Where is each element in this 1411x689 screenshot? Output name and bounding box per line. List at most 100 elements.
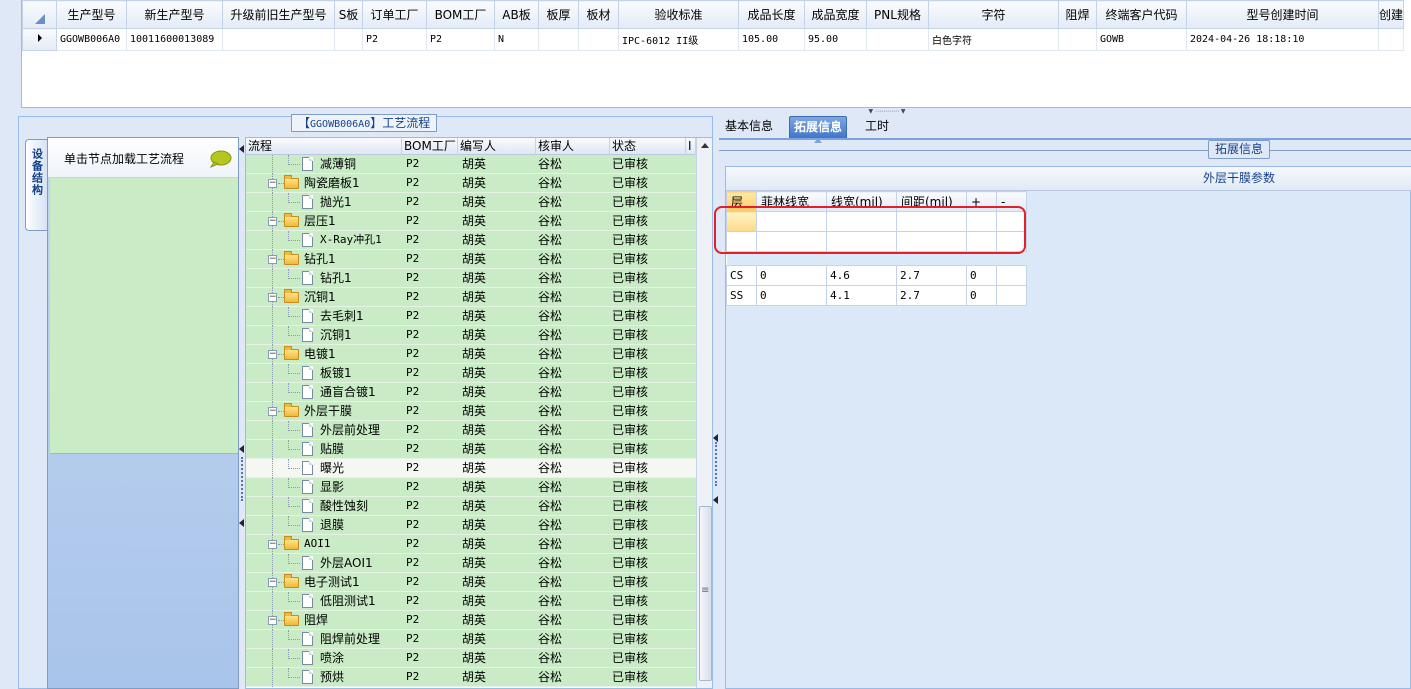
tree-row[interactable]: − 电镀1 P2 胡英 谷松 已审核: [246, 345, 696, 364]
grid-cell[interactable]: 0: [756, 285, 827, 306]
tree-row[interactable]: 外层AOI1 P2 胡英 谷松 已审核: [246, 554, 696, 573]
collapse-left-icon[interactable]: [713, 496, 718, 504]
collapse-left-icon[interactable]: [239, 145, 244, 153]
horizontal-splitter[interactable]: ▼ ⋯⋯⋯⋯ ▼: [0, 108, 1411, 116]
grid-cell[interactable]: [996, 265, 1027, 286]
tree-row[interactable]: 钻孔1 P2 胡英 谷松 已审核: [246, 269, 696, 288]
collapse-left-icon[interactable]: [239, 445, 244, 453]
splitter-grip-icon[interactable]: [241, 457, 243, 501]
tree-row[interactable]: 显影 P2 胡英 谷松 已审核: [246, 478, 696, 497]
col-header[interactable]: 成品宽度: [804, 0, 867, 29]
node-hint[interactable]: 单击节点加载工艺流程: [48, 138, 238, 178]
grid-cell[interactable]: 2024-04-26 18:18:10: [1186, 28, 1379, 51]
col-header[interactable]: 创建: [1377, 0, 1405, 29]
collapse-toggle-icon[interactable]: −: [268, 407, 277, 416]
tree-row[interactable]: − AOI1 P2 胡英 谷松 已审核: [246, 535, 696, 554]
col-header[interactable]: 新生产型号: [126, 0, 223, 29]
grid-cell[interactable]: CS: [726, 265, 757, 286]
grid-cell[interactable]: 2.7: [896, 265, 967, 286]
col-header-bom-factory[interactable]: BOM工厂: [402, 138, 458, 155]
col-header[interactable]: 订单工厂: [362, 0, 427, 29]
col-header[interactable]: 终端客户代码: [1096, 0, 1187, 29]
grid-cell[interactable]: [578, 28, 619, 51]
tree-row[interactable]: 贴膜 P2 胡英 谷松 已审核: [246, 440, 696, 459]
col-header[interactable]: 板材: [578, 0, 619, 29]
grid-cell[interactable]: 白色字符: [928, 28, 1059, 51]
tree-row[interactable]: − 外层干膜 P2 胡英 谷松 已审核: [246, 402, 696, 421]
grid-cell[interactable]: [866, 28, 929, 51]
col-header[interactable]: BOM工厂: [426, 0, 495, 29]
grid-cell[interactable]: 0: [756, 265, 827, 286]
collapse-toggle-icon[interactable]: −: [268, 540, 277, 549]
select-all-corner[interactable]: [22, 0, 57, 29]
node-list-area[interactable]: [50, 178, 238, 454]
grid-cell[interactable]: [334, 28, 363, 51]
col-header[interactable]: 升级前旧生产型号: [222, 0, 335, 29]
tree-scrollbar[interactable]: [696, 138, 712, 688]
collapse-left-icon[interactable]: [713, 434, 718, 442]
tree-row[interactable]: − 层压1 P2 胡英 谷松 已审核: [246, 212, 696, 231]
tab-basic-info[interactable]: 基本信息: [721, 116, 777, 138]
collapse-toggle-icon[interactable]: −: [268, 616, 277, 625]
splitter-grip-icon[interactable]: ▼ ⋯⋯⋯⋯ ▼: [855, 109, 919, 115]
col-header-reviewer[interactable]: 核审人: [536, 138, 610, 155]
col-header[interactable]: S板: [334, 0, 363, 29]
tree-row[interactable]: 沉铜1 P2 胡英 谷松 已审核: [246, 326, 696, 345]
table-row[interactable]: SS 0 4.1 2.7 0: [726, 285, 1027, 306]
grid-cell[interactable]: 4.6: [826, 265, 897, 286]
grid-cell[interactable]: P2: [426, 28, 495, 51]
tree-row[interactable]: 阻焊前处理 P2 胡英 谷松 已审核: [246, 630, 696, 649]
tree-row[interactable]: 曝光 P2 胡英 谷松 已审核: [246, 459, 696, 478]
col-header-process[interactable]: 流程: [246, 138, 402, 155]
tree-row[interactable]: 减薄铜 P2 胡英 谷松 已审核: [246, 155, 696, 174]
grid-cell[interactable]: SS: [726, 285, 757, 306]
tree-row[interactable]: 低阻测试1 P2 胡英 谷松 已审核: [246, 592, 696, 611]
col-header-extra[interactable]: I: [686, 138, 696, 155]
grid-cell[interactable]: 0: [966, 285, 997, 306]
table-row[interactable]: GGOWB006A0 10011600013089 P2 P2 N IPC-60…: [22, 28, 1405, 51]
scroll-thumb[interactable]: [699, 506, 712, 681]
grid-cell[interactable]: [222, 28, 335, 51]
grid-cell[interactable]: IPC-6012 II级: [618, 28, 739, 51]
collapse-toggle-icon[interactable]: −: [268, 578, 277, 587]
tree-row[interactable]: 板镀1 P2 胡英 谷松 已审核: [246, 364, 696, 383]
col-header[interactable]: PNL规格: [866, 0, 929, 29]
collapse-left-icon[interactable]: [239, 519, 244, 527]
tab-equipment-structure[interactable]: 设备结构: [25, 139, 47, 231]
tree-row[interactable]: − 钻孔1 P2 胡英 谷松 已审核: [246, 250, 696, 269]
grid-cell[interactable]: [1377, 28, 1405, 51]
tree-row[interactable]: 外层前处理 P2 胡英 谷松 已审核: [246, 421, 696, 440]
col-header[interactable]: 阻焊: [1058, 0, 1097, 29]
grid-cell[interactable]: 95.00: [804, 28, 867, 51]
col-header-writer[interactable]: 编写人: [458, 138, 536, 155]
tree-row[interactable]: 去毛刺1 P2 胡英 谷松 已审核: [246, 307, 696, 326]
tree-row[interactable]: − 电子测试1 P2 胡英 谷松 已审核: [246, 573, 696, 592]
row-indicator[interactable]: [22, 28, 57, 51]
splitter-grip-icon[interactable]: [715, 442, 717, 486]
tree-row[interactable]: 退膜 P2 胡英 谷松 已审核: [246, 516, 696, 535]
tab-extended-info[interactable]: 拓展信息: [789, 116, 848, 143]
grid-cell[interactable]: 105.00: [738, 28, 805, 51]
grid-cell[interactable]: [1058, 28, 1097, 51]
table-row[interactable]: CS 0 4.6 2.7 0: [726, 265, 1027, 286]
col-header[interactable]: 板厚: [538, 0, 579, 29]
col-header-status[interactable]: 状态: [610, 138, 686, 155]
col-header[interactable]: 验收标准: [618, 0, 739, 29]
scroll-up-icon[interactable]: [701, 143, 709, 148]
collapse-toggle-icon[interactable]: −: [268, 179, 277, 188]
grid-cell[interactable]: GOWB: [1096, 28, 1187, 51]
tree-row[interactable]: 通盲合镀1 P2 胡英 谷松 已审核: [246, 383, 696, 402]
grid-cell[interactable]: 2.7: [896, 285, 967, 306]
tree-row[interactable]: 酸性蚀刻 P2 胡英 谷松 已审核: [246, 497, 696, 516]
grid-cell[interactable]: GGOWB006A0: [56, 28, 127, 51]
tree-row[interactable]: 抛光1 P2 胡英 谷松 已审核: [246, 193, 696, 212]
grid-cell[interactable]: [996, 285, 1027, 306]
col-header[interactable]: 生产型号: [56, 0, 127, 29]
collapse-toggle-icon[interactable]: −: [268, 350, 277, 359]
tree-row[interactable]: 喷涂 P2 胡英 谷松 已审核: [246, 649, 696, 668]
grid-cell[interactable]: P2: [362, 28, 427, 51]
collapse-toggle-icon[interactable]: −: [268, 217, 277, 226]
col-header[interactable]: 成品长度: [738, 0, 805, 29]
grid-cell[interactable]: [538, 28, 579, 51]
col-header[interactable]: 型号创建时间: [1186, 0, 1379, 29]
